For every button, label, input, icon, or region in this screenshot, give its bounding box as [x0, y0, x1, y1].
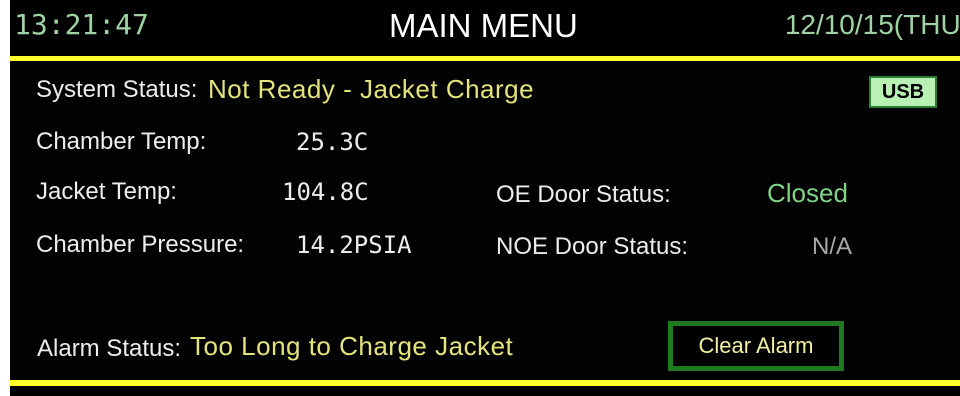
- system-status-value: Not Ready - Jacket Charge: [208, 74, 535, 104]
- clear-alarm-button[interactable]: Clear Alarm: [668, 321, 844, 371]
- header-divider: [10, 56, 960, 61]
- oe-door-label: OE Door Status:: [496, 181, 671, 208]
- footer-strip: [10, 386, 960, 396]
- date-display: 12/10/15(THU): [784, 9, 960, 40]
- jacket-temp-label: Jacket Temp:: [36, 178, 177, 205]
- chamber-pressure-value: 14.2PSIA: [296, 231, 412, 259]
- noe-door-value: N/A: [812, 233, 853, 260]
- alarm-status-value: Too Long to Charge Jacket: [190, 331, 514, 361]
- hmi-screen: 13:21:47 MAIN MENU 12/10/15(THU) System …: [10, 0, 960, 396]
- chamber-pressure-label: Chamber Pressure:: [36, 231, 245, 258]
- clear-alarm-button-label: Clear Alarm: [698, 333, 814, 358]
- header-bar: 13:21:47 MAIN MENU 12/10/15(THU): [10, 0, 960, 56]
- alarm-status-label: Alarm Status:: [37, 335, 182, 362]
- page-title: MAIN MENU: [389, 7, 578, 44]
- system-status-label: System Status:: [36, 76, 198, 103]
- usb-button[interactable]: USB: [869, 76, 937, 108]
- noe-door-label: NOE Door Status:: [496, 233, 689, 260]
- jacket-temp-value: 104.8C: [282, 178, 369, 206]
- chamber-temp-value: 25.3C: [296, 128, 369, 156]
- chamber-temp-label: Chamber Temp:: [36, 128, 207, 155]
- usb-button-label: USB: [881, 80, 925, 103]
- oe-door-value: Closed: [767, 178, 848, 208]
- clock-time: 13:21:47: [14, 8, 149, 41]
